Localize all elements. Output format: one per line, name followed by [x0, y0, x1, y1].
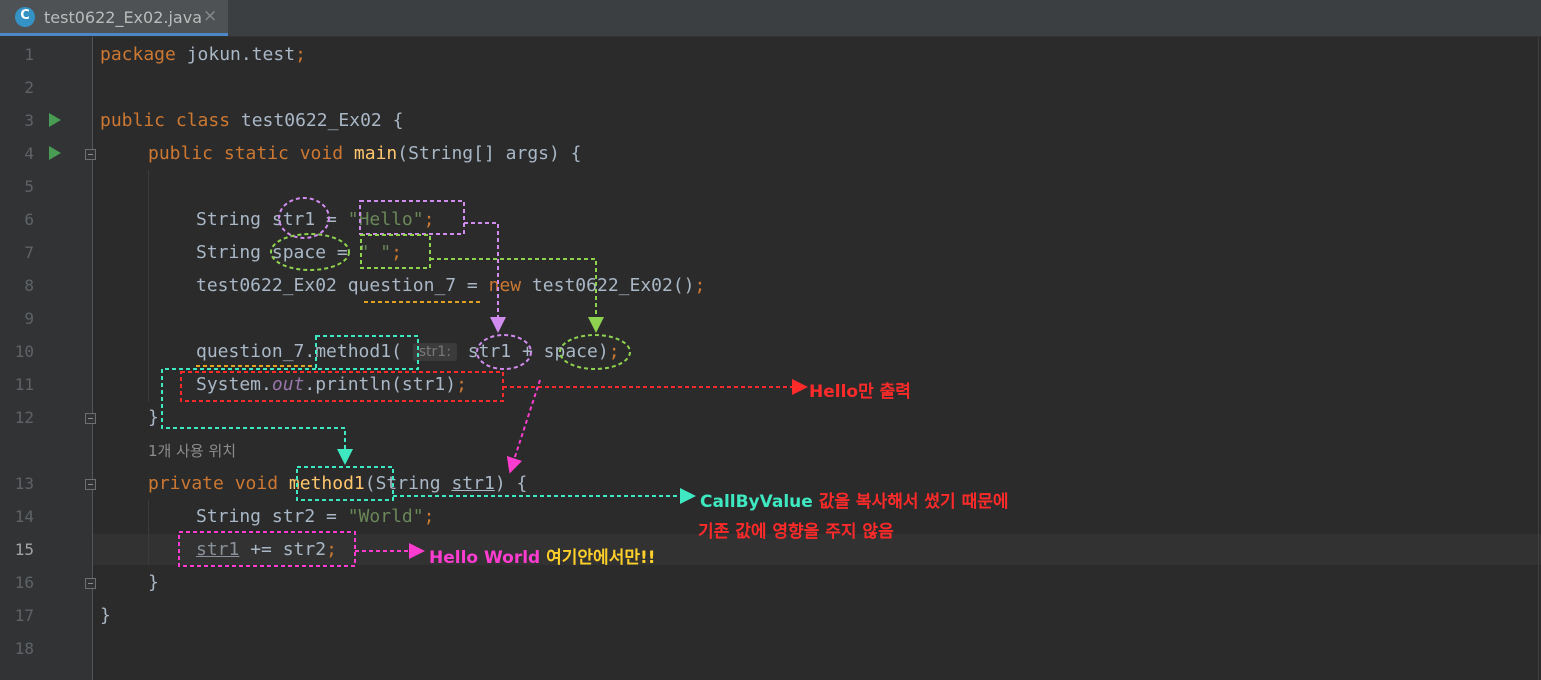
- purple-arrow: [464, 222, 506, 333]
- method1-call-box: [315, 335, 419, 370]
- hello-value-box: [359, 200, 465, 235]
- println-box: [180, 371, 504, 402]
- method1-decl-box: [296, 466, 394, 501]
- green-arrow: [430, 258, 604, 333]
- space-arg-circle: [559, 334, 631, 370]
- str1-decl-circle: [278, 197, 330, 239]
- magenta-arrow-down: [506, 379, 541, 474]
- annotation-overlay: [161, 197, 808, 567]
- annotation-hello-world: Hello World 여기안에서만!!: [429, 548, 656, 568]
- cyan-arrow: [161, 368, 353, 465]
- annotation-hello-only: Hello만 출력: [809, 382, 911, 402]
- annotation-no-effect: 기존 값에 영향을 주지 않음: [698, 522, 894, 542]
- str1-concat-box: [178, 531, 356, 567]
- str1-arg-circle: [476, 334, 532, 370]
- space-value-box: [360, 234, 431, 269]
- space-decl-circle: [270, 233, 350, 271]
- annotation-callbyvalue: CallByValue 값을 복사해서 썼기 때문에: [700, 492, 1009, 512]
